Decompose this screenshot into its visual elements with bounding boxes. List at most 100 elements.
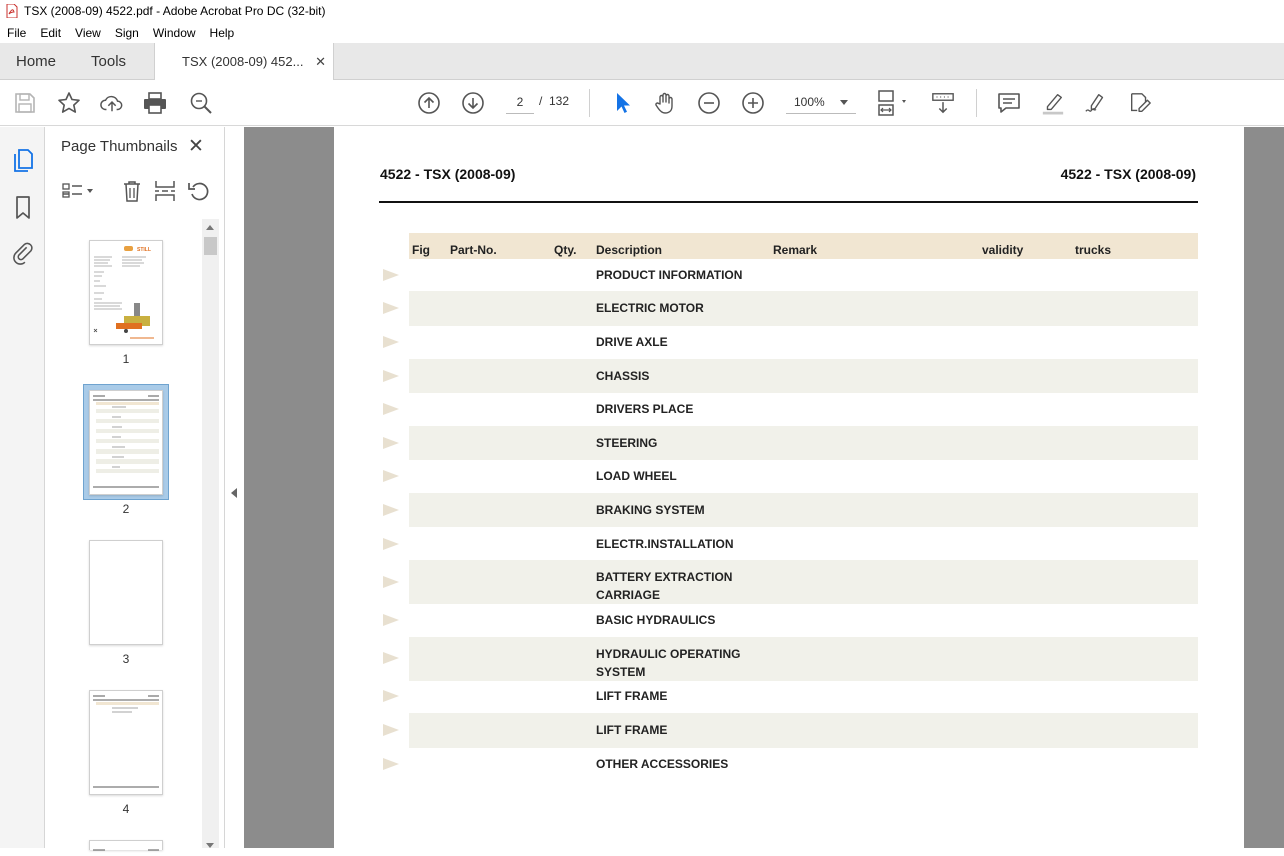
save-icon[interactable] bbox=[13, 91, 37, 115]
row-description[interactable]: ELECTR.INSTALLATION bbox=[596, 535, 766, 553]
thumbnail-label-1: 1 bbox=[122, 352, 130, 366]
column-fig: Fig bbox=[412, 243, 430, 257]
scrollbar-thumb[interactable] bbox=[204, 237, 217, 255]
row-link-arrow-icon[interactable] bbox=[383, 538, 399, 550]
table-row bbox=[409, 748, 1198, 781]
thumbnail-label-2: 2 bbox=[122, 502, 130, 516]
tab-tools[interactable]: Tools bbox=[72, 43, 142, 79]
row-description[interactable]: STEERING bbox=[596, 434, 766, 452]
row-link-arrow-icon[interactable] bbox=[383, 302, 399, 314]
navigation-rail bbox=[0, 127, 45, 848]
table-row bbox=[409, 393, 1198, 426]
menu-sign[interactable]: Sign bbox=[115, 26, 139, 40]
menu-edit[interactable]: Edit bbox=[40, 26, 61, 40]
table-row bbox=[409, 637, 1198, 681]
row-description[interactable]: BRAKING SYSTEM bbox=[596, 501, 766, 519]
row-description[interactable]: CHASSIS bbox=[596, 367, 766, 385]
row-link-arrow-icon[interactable] bbox=[383, 504, 399, 516]
row-description[interactable]: LIFT FRAME bbox=[596, 687, 766, 705]
row-description[interactable]: BATTERY EXTRACTION CARRIAGE bbox=[596, 568, 746, 604]
tab-home[interactable]: Home bbox=[0, 43, 72, 79]
hand-tool-icon[interactable] bbox=[653, 91, 677, 115]
row-link-arrow-icon[interactable] bbox=[383, 470, 399, 482]
thumbnail-scrollbar[interactable] bbox=[202, 219, 219, 848]
column-validity: validity bbox=[982, 243, 1024, 257]
page-thumbnail-4[interactable] bbox=[89, 690, 163, 795]
column-trucks: trucks bbox=[1075, 243, 1112, 257]
row-link-arrow-icon[interactable] bbox=[383, 576, 399, 588]
row-link-arrow-icon[interactable] bbox=[383, 403, 399, 415]
column-qty: Qty. bbox=[554, 243, 577, 257]
menu-view[interactable]: View bbox=[75, 26, 101, 40]
table-row bbox=[409, 560, 1198, 604]
delete-page-icon[interactable] bbox=[120, 179, 144, 203]
page-number-input[interactable]: 2 bbox=[506, 90, 534, 114]
row-link-arrow-icon[interactable] bbox=[383, 437, 399, 449]
page-thumbnails-icon[interactable] bbox=[11, 147, 35, 172]
row-description[interactable]: DRIVE AXLE bbox=[596, 333, 766, 351]
panel-title: Page Thumbnails bbox=[61, 138, 178, 155]
row-link-arrow-icon[interactable] bbox=[383, 690, 399, 702]
upload-cloud-icon[interactable] bbox=[100, 91, 124, 115]
menu-file[interactable]: File bbox=[7, 26, 26, 40]
page-thumbnail-3[interactable] bbox=[89, 540, 163, 645]
scroll-up-icon[interactable] bbox=[206, 225, 214, 230]
row-description[interactable]: LIFT FRAME bbox=[596, 721, 766, 739]
row-link-arrow-icon[interactable] bbox=[383, 724, 399, 736]
page-total: 132 bbox=[549, 94, 570, 108]
page-thumbnail-1[interactable]: STILL bbox=[89, 240, 163, 345]
page-thumbnail-5-partial[interactable] bbox=[89, 840, 163, 851]
row-description[interactable]: OTHER ACCESSORIES bbox=[596, 755, 766, 773]
column-part-no: Part-No. bbox=[450, 243, 497, 257]
row-description[interactable]: HYDRAULIC OPERATING SYSTEM bbox=[596, 645, 756, 681]
row-link-arrow-icon[interactable] bbox=[383, 370, 399, 382]
table-row bbox=[409, 527, 1198, 560]
extract-pages-icon[interactable] bbox=[153, 179, 177, 203]
table-row bbox=[409, 604, 1198, 637]
page-separator: / bbox=[539, 94, 543, 108]
bookmarks-icon[interactable] bbox=[11, 195, 35, 219]
scroll-down-icon[interactable] bbox=[206, 843, 214, 848]
sign-icon[interactable] bbox=[1084, 91, 1108, 115]
star-icon[interactable] bbox=[57, 91, 81, 115]
row-link-arrow-icon[interactable] bbox=[383, 652, 399, 664]
attachments-icon[interactable] bbox=[11, 240, 35, 265]
row-description[interactable]: ELECTRIC MOTOR bbox=[596, 299, 766, 317]
thumbnail-options-icon[interactable] bbox=[61, 179, 93, 203]
row-description[interactable]: LOAD WHEEL bbox=[596, 467, 766, 485]
select-cursor-icon[interactable] bbox=[609, 91, 633, 115]
menu-window[interactable]: Window bbox=[153, 26, 196, 40]
page-thumbnail-2[interactable] bbox=[89, 390, 163, 495]
rotate-page-icon[interactable] bbox=[187, 179, 211, 203]
row-link-arrow-icon[interactable] bbox=[383, 614, 399, 626]
collapse-panel-icon[interactable] bbox=[231, 488, 237, 498]
table-row bbox=[409, 460, 1198, 493]
row-description[interactable]: DRIVERS PLACE bbox=[596, 400, 766, 418]
edit-pdf-icon[interactable] bbox=[1128, 91, 1152, 115]
tab-document[interactable]: TSX (2008-09) 452... ✕ bbox=[154, 43, 335, 80]
zoom-out-icon[interactable] bbox=[697, 91, 721, 115]
next-page-icon[interactable] bbox=[461, 91, 485, 115]
menu-help[interactable]: Help bbox=[210, 26, 235, 40]
tab-document-label: TSX (2008-09) 452... bbox=[182, 54, 304, 69]
menu-bar: File Edit View Sign Window Help bbox=[0, 22, 1284, 43]
row-link-arrow-icon[interactable] bbox=[383, 269, 399, 281]
row-description[interactable]: BASIC HYDRAULICS bbox=[596, 611, 766, 629]
panel-toolbar bbox=[45, 173, 225, 209]
row-link-arrow-icon[interactable] bbox=[383, 758, 399, 770]
zoom-in-icon[interactable] bbox=[741, 91, 765, 115]
find-icon[interactable] bbox=[189, 91, 213, 115]
previous-page-icon[interactable] bbox=[417, 91, 441, 115]
close-tab-icon[interactable]: ✕ bbox=[315, 54, 326, 70]
page-view-icon[interactable] bbox=[876, 90, 910, 116]
row-description[interactable]: PRODUCT INFORMATION bbox=[596, 266, 766, 284]
table-row bbox=[409, 493, 1198, 527]
close-panel-icon[interactable]: ✕ bbox=[188, 135, 204, 158]
scroll-mode-icon[interactable] bbox=[931, 91, 955, 115]
zoom-dropdown-icon[interactable] bbox=[840, 100, 848, 105]
table-row bbox=[409, 713, 1198, 748]
print-icon[interactable] bbox=[143, 91, 167, 115]
comment-icon[interactable] bbox=[997, 91, 1021, 115]
highlight-icon[interactable] bbox=[1041, 91, 1065, 115]
row-link-arrow-icon[interactable] bbox=[383, 336, 399, 348]
